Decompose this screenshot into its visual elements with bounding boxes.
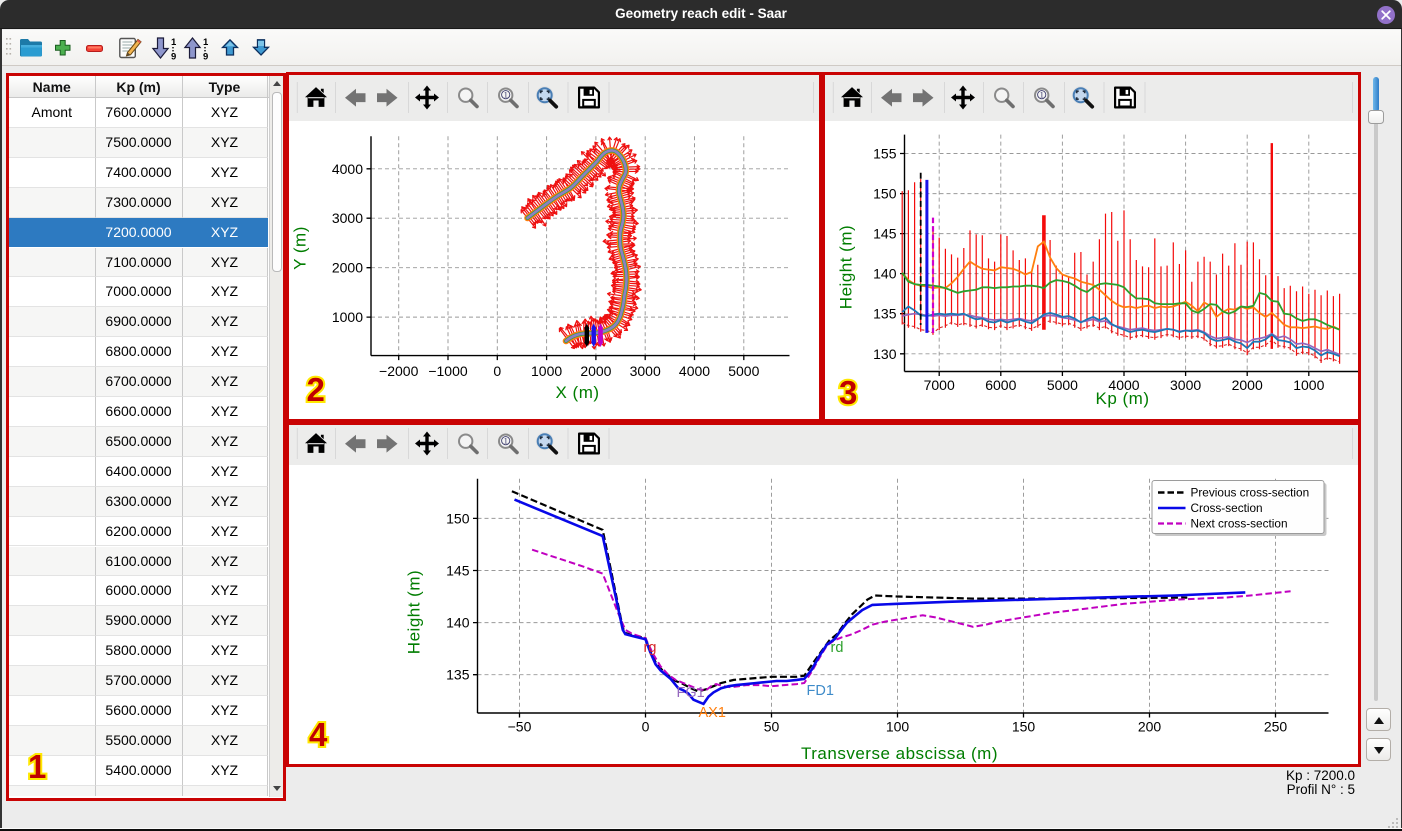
svg-text:1: 1	[504, 90, 508, 100]
svg-text:3000: 3000	[629, 363, 660, 379]
svg-text:150: 150	[446, 510, 470, 526]
svg-text:Previous cross-section: Previous cross-section	[1190, 486, 1309, 500]
svg-text:Cross-section: Cross-section	[1190, 501, 1262, 515]
svg-text:1000: 1000	[531, 363, 562, 379]
svg-text:9: 9	[171, 52, 176, 63]
svg-text:2000: 2000	[1231, 377, 1262, 393]
svg-text:135: 135	[446, 667, 470, 683]
svg-text:155: 155	[873, 146, 897, 162]
svg-text:3000: 3000	[1170, 377, 1201, 393]
svg-text:−2000: −2000	[379, 363, 419, 379]
svg-text:250: 250	[1263, 719, 1287, 735]
svg-text:4000: 4000	[678, 363, 709, 379]
svg-text:140: 140	[873, 266, 897, 282]
svg-text:rg: rg	[643, 640, 656, 656]
svg-text:2000: 2000	[580, 363, 611, 379]
svg-text:5000: 5000	[1046, 377, 1077, 393]
svg-text:0: 0	[493, 363, 501, 379]
svg-text:145: 145	[873, 226, 897, 242]
svg-text:Y (m): Y (m)	[290, 226, 309, 270]
svg-text:Height (m): Height (m)	[836, 225, 855, 309]
svg-text:4000: 4000	[331, 161, 362, 177]
svg-text:6000: 6000	[985, 377, 1016, 393]
svg-text:150: 150	[1011, 719, 1035, 735]
svg-text:50: 50	[763, 719, 779, 735]
svg-text:145: 145	[446, 563, 470, 579]
svg-text:1: 1	[203, 37, 209, 48]
svg-text:1000: 1000	[331, 309, 362, 325]
svg-text:7000: 7000	[923, 377, 954, 393]
svg-text:150: 150	[873, 186, 897, 202]
svg-text:Next cross-section: Next cross-section	[1190, 517, 1287, 531]
svg-text:Height (m): Height (m)	[404, 570, 423, 654]
svg-text:140: 140	[446, 615, 470, 631]
svg-text:130: 130	[873, 346, 897, 362]
svg-text:100: 100	[885, 719, 909, 735]
svg-text:rd: rd	[830, 640, 843, 656]
svg-text:3000: 3000	[331, 210, 362, 226]
svg-text:FD1: FD1	[806, 683, 833, 699]
svg-text:5000: 5000	[728, 363, 759, 379]
svg-text:1: 1	[504, 435, 508, 445]
svg-text:200: 200	[1137, 719, 1161, 735]
svg-text:X (m): X (m)	[555, 383, 599, 402]
svg-text:1: 1	[1040, 90, 1044, 100]
svg-text:9: 9	[203, 52, 208, 63]
svg-text:AX1: AX1	[698, 705, 725, 721]
svg-text:−50: −50	[507, 719, 531, 735]
svg-text:0: 0	[641, 719, 649, 735]
svg-text:FG1: FG1	[676, 685, 704, 701]
svg-text:Kp (m): Kp (m)	[1095, 389, 1149, 408]
svg-text:1000: 1000	[1293, 377, 1324, 393]
svg-text:1: 1	[171, 37, 177, 48]
svg-text:Transverse abscissa (m): Transverse abscissa (m)	[801, 744, 998, 763]
svg-text:135: 135	[873, 306, 897, 322]
svg-text:2000: 2000	[331, 260, 362, 276]
svg-text:−1000: −1000	[428, 363, 468, 379]
